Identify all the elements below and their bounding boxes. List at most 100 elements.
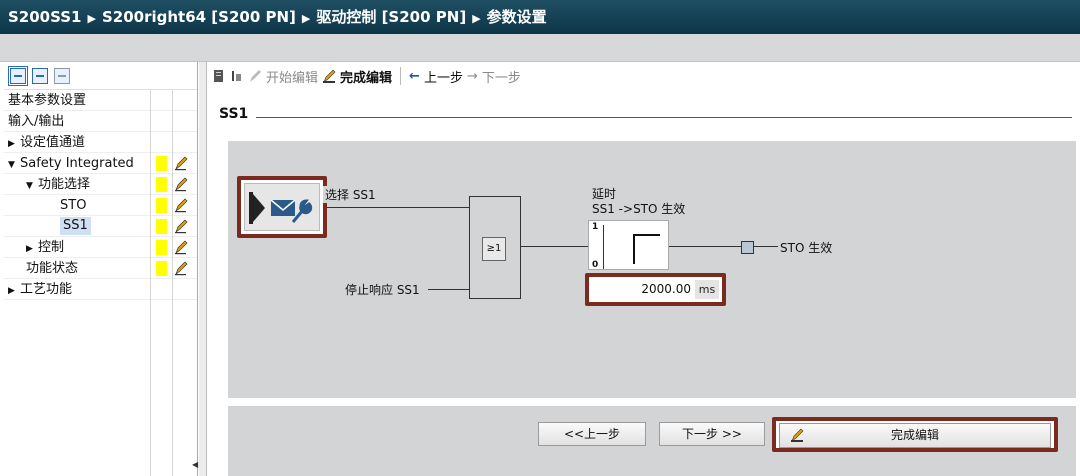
tree-item[interactable]: STO <box>4 195 197 216</box>
sto-output-wire <box>754 246 778 247</box>
timer-axis <box>603 225 604 269</box>
tree-item[interactable]: ▶ 工艺功能 <box>4 279 197 300</box>
tree-item[interactable]: ▶ 控制 <box>4 237 197 258</box>
edit-pencil-icon[interactable] <box>174 155 190 171</box>
tree-item[interactable]: SS1 <box>4 216 197 237</box>
settings-tool-icon[interactable] <box>230 68 244 84</box>
tree-item[interactable]: 功能状态 <box>4 258 197 279</box>
tree-item-text: 工艺功能 <box>20 282 73 297</box>
stop-wire <box>428 289 469 290</box>
tree-item[interactable]: ▼ 功能选择 <box>4 174 197 195</box>
section-title: SS1 <box>219 106 249 122</box>
tree-item-label: ▼ Safety Integrated <box>8 153 134 176</box>
tree-item-text: Safety Integrated <box>20 156 134 171</box>
edit-pencil-icon[interactable] <box>174 260 190 276</box>
expand-arrow-icon[interactable]: ▶ <box>8 281 20 302</box>
delay-unit: ms <box>695 280 719 299</box>
select-wire <box>327 207 469 208</box>
ss1-config-button[interactable] <box>237 176 327 238</box>
prev-step-button[interactable]: 上一步 <box>424 67 463 86</box>
scroll-left-icon[interactable]: ◀ <box>192 460 198 469</box>
footer-finish-label: 完成编辑 <box>890 428 939 442</box>
sto-output-indicator <box>741 241 754 254</box>
breadcrumb-item[interactable]: 参数设置 <box>487 8 547 26</box>
next-arrow-icon: → <box>466 68 478 84</box>
delay-value-field[interactable]: 2000.00 ms <box>585 273 726 306</box>
tree-item[interactable]: 基本参数设置 <box>4 90 197 111</box>
collapse-arrow-icon[interactable]: ▼ <box>26 176 38 197</box>
panel-splitter[interactable] <box>199 62 207 476</box>
status-marker <box>156 156 167 171</box>
breadcrumb-item[interactable]: S200SS1 <box>8 8 81 26</box>
edit-pencil-icon[interactable] <box>174 176 190 192</box>
status-marker <box>156 198 167 213</box>
finish-edit-highlight: 完成编辑 <box>772 417 1058 452</box>
delay-subtitle: SS1 ->STO 生效 <box>592 202 686 216</box>
tree-view-icon[interactable] <box>32 67 48 84</box>
finish-edit-button[interactable]: 完成编辑 <box>340 67 392 86</box>
tree-item[interactable]: ▼ Safety Integrated <box>4 153 197 174</box>
edit-pencil-icon[interactable] <box>174 218 190 234</box>
edit-toolbar: 开始编辑 完成编辑 ← 上一步 → 下一步 <box>208 62 1080 90</box>
envelope-wrench-icon <box>249 192 313 224</box>
expand-arrow-icon[interactable]: ▶ <box>26 239 38 260</box>
tree-item[interactable]: 输入/输出 <box>4 111 197 132</box>
tree-item-label: ▶ 控制 <box>26 237 64 260</box>
breadcrumb-item[interactable]: S200right64 [S200 PN] <box>102 8 296 26</box>
finish-edit-icon <box>323 69 336 83</box>
timer-output-wire <box>669 246 741 247</box>
tree-toolbar <box>4 62 197 90</box>
ss1-config-face <box>244 183 320 231</box>
tree-item-text: 设定值通道 <box>20 135 86 150</box>
tree-item-text: 基本参数设置 <box>8 93 87 108</box>
section-rule <box>256 117 1072 118</box>
pencil-icon <box>791 428 804 442</box>
or-output-wire <box>521 246 588 247</box>
stop-response-label: 停止响应 SS1 <box>345 283 420 297</box>
footer-next-button[interactable]: 下一步 >> <box>659 422 765 446</box>
delay-value-input[interactable]: 2000.00 <box>592 280 695 299</box>
expand-all-icon[interactable] <box>8 65 28 86</box>
start-edit-icon <box>250 70 261 82</box>
footer-prev-button[interactable]: <<上一步 <box>538 422 646 446</box>
collapse-arrow-icon[interactable]: ▼ <box>8 155 20 176</box>
or-gate: ≥1 <box>469 196 521 299</box>
column-divider <box>172 90 173 476</box>
breadcrumb-separator-icon: ▶ <box>301 12 311 25</box>
tree-item-label: ▼ 功能选择 <box>26 174 90 197</box>
start-edit-button[interactable]: 开始编辑 <box>266 67 318 86</box>
document-icon[interactable] <box>212 68 226 84</box>
timer-low-label: 0 <box>592 260 599 270</box>
timer-step <box>633 234 660 264</box>
tree-item-label: ▶ 设定值通道 <box>8 132 85 155</box>
expand-arrow-icon[interactable]: ▶ <box>8 134 20 155</box>
breadcrumb-separator-icon: ▶ <box>87 12 96 25</box>
tree-item-text: 控制 <box>38 240 65 255</box>
prev-arrow-icon: ← <box>409 68 420 84</box>
column-divider <box>150 90 151 476</box>
next-step-button[interactable]: 下一步 <box>482 67 521 86</box>
or-gate-symbol: ≥1 <box>482 237 506 261</box>
tree-item-label: ▶ 工艺功能 <box>8 279 72 302</box>
tree-item[interactable]: ▶ 设定值通道 <box>4 132 197 153</box>
breadcrumb-bar: S200SS1 ▶ S200right64 [S200 PN] ▶ 驱动控制 [S200… <box>0 0 1080 34</box>
title-strip <box>0 34 1080 62</box>
tree-item-text: 输入/输出 <box>8 114 65 129</box>
parameter-tree: 基本参数设置 输入/输出 ▶ 设定值通道 ▼ Safety Integrated ▼ 功能选择… <box>4 90 197 300</box>
navigation-panel: 基本参数设置 输入/输出 ▶ 设定值通道 ▼ Safety Integrated ▼ 功能选择… <box>4 62 198 476</box>
tree-item-label: 输入/输出 <box>8 111 64 132</box>
edit-pencil-icon[interactable] <box>174 239 190 255</box>
tree-item-text: SS1 <box>63 218 88 233</box>
footer-finish-button[interactable]: 完成编辑 <box>779 423 1051 448</box>
breadcrumb-separator-icon: ▶ <box>472 12 481 25</box>
status-marker <box>156 177 167 192</box>
tree-item-label: STO <box>60 195 86 216</box>
timer-high-label: 1 <box>592 222 599 232</box>
breadcrumb-item[interactable]: 驱动控制 [S200 PN] <box>316 8 466 26</box>
sto-effective-label: STO 生效 <box>780 241 833 255</box>
status-marker <box>156 219 167 234</box>
toolbar-divider <box>400 67 402 85</box>
status-marker <box>156 261 167 276</box>
list-view-icon[interactable] <box>54 67 70 84</box>
edit-pencil-icon[interactable] <box>174 197 190 213</box>
